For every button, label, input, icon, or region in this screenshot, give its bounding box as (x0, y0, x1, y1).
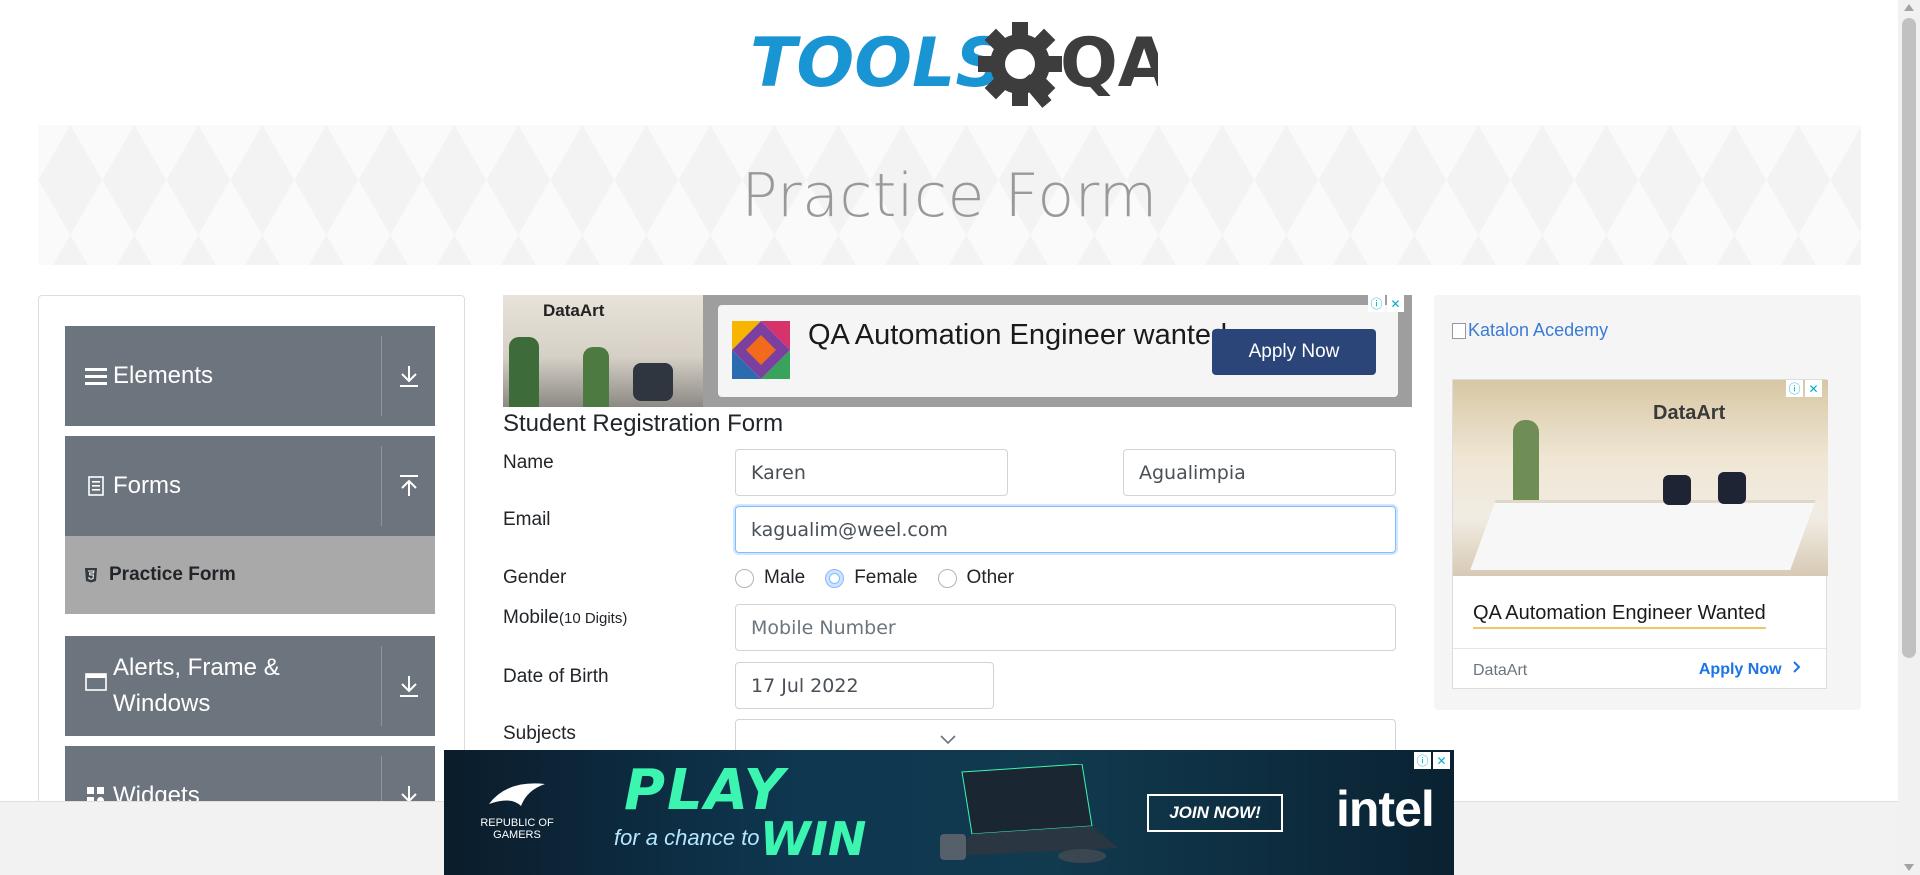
divider (1453, 648, 1826, 649)
apply-now-text: Apply Now (1698, 661, 1782, 678)
sidebar-group-label: Forms (113, 472, 181, 499)
logo-text-right: QA (1060, 24, 1158, 103)
vertical-scrollbar[interactable] (1898, 0, 1920, 875)
ad-sidebar-right: Katalon Acedemy DataArt ⓘ ✕ QA Automatio… (1434, 295, 1861, 710)
apply-now-button[interactable]: Apply Now (1212, 329, 1376, 375)
ad-photo: DataArt (1453, 380, 1828, 576)
radio-label: Female (854, 567, 918, 588)
ad-info-icon[interactable]: ⓘ (1786, 380, 1803, 397)
html5-icon (83, 567, 99, 583)
form-title: Student Registration Form (503, 410, 784, 437)
mobile-number-input[interactable]: Mobile Number (735, 604, 1396, 651)
expand-down-icon[interactable] (395, 672, 423, 700)
apply-now-link[interactable]: Apply Now (1699, 660, 1802, 679)
ad-controls: ⓘ ✕ (1786, 380, 1822, 397)
radio-button[interactable] (735, 568, 754, 588)
divider (381, 336, 382, 416)
gender-female-radio[interactable]: Female (825, 567, 918, 589)
page-banner: Practice Form (38, 125, 1861, 265)
link-text: Katalon Acedemy (1468, 320, 1609, 340)
sidebar-item-practice-form[interactable]: Practice Form (65, 536, 435, 614)
ad-win-text: WIN (760, 812, 867, 866)
hamburger-icon (85, 366, 107, 386)
ad-banner-bottom[interactable]: REPUBLIC OF GAMERS PLAY for a chance to … (444, 750, 1454, 875)
ad-card[interactable]: DataArt ⓘ ✕ QA Automation Engineer Wante… (1452, 379, 1828, 689)
radio-label: Male (764, 567, 806, 588)
collapse-up-icon[interactable] (395, 472, 423, 500)
sidebar-group-elements[interactable]: Elements (65, 326, 435, 426)
katalon-academy-link[interactable]: Katalon Acedemy (1452, 320, 1608, 341)
ad-info-icon[interactable]: ⓘ (1414, 752, 1431, 769)
divider (381, 446, 382, 526)
ad-close-icon[interactable]: ✕ (1433, 752, 1450, 769)
ad-info-icon[interactable]: ⓘ (1368, 295, 1385, 312)
expand-down-icon[interactable] (395, 362, 423, 390)
ad-brand: DataArt (543, 301, 605, 320)
ad-headline: QA Automation Engineer wanted (808, 319, 1228, 351)
sidebar-item-label: Practice Form (109, 564, 236, 585)
sidebar-group-label: Alerts, Frame & Windows (113, 654, 280, 717)
gaming-laptop-image (940, 764, 1118, 863)
gender-radio-group: Male Female Other (735, 567, 1034, 589)
ad-close-icon[interactable]: ✕ (1387, 295, 1404, 312)
ad-controls: ⓘ ✕ (1368, 295, 1404, 312)
radio-button[interactable] (937, 568, 957, 588)
intel-logo: intel (1336, 781, 1435, 837)
ad-close-icon[interactable]: ✕ (1805, 380, 1822, 397)
scroll-thumb[interactable] (1902, 18, 1916, 658)
date-of-birth-input[interactable]: 17 Jul 2022 (735, 662, 994, 709)
scroll-up-icon[interactable] (1904, 4, 1914, 11)
rog-text: REPUBLIC OF GAMERS (480, 817, 554, 841)
ad-brand: DataArt (1653, 402, 1726, 424)
first-name-input[interactable]: Karen (735, 449, 1008, 496)
ad-controls: ⓘ ✕ (1414, 752, 1450, 769)
mobile-label-text: Mobile (503, 607, 559, 628)
sidebar-group-label: Elements (113, 362, 214, 389)
ad-banner-top[interactable]: DataArt QA Automation Engineer wanted Ap… (503, 295, 1412, 407)
logo-text-left: TOOLS (750, 24, 1004, 103)
gender-label: Gender (503, 567, 567, 588)
sidebar-group-alerts[interactable]: Alerts, Frame & Windows (65, 636, 435, 736)
ad-source: DataArt (1473, 662, 1528, 679)
window-icon (85, 672, 107, 692)
scroll-down-icon[interactable] (1904, 864, 1914, 871)
gender-male-radio[interactable]: Male (735, 567, 805, 589)
document-icon (85, 476, 107, 496)
ad-card[interactable]: QA Automation Engineer wanted Apply Now (718, 305, 1398, 397)
rog-eye-icon (489, 783, 545, 806)
mobile-hint: (10 Digits) (558, 610, 628, 627)
mobile-label: Mobile(10 Digits) (503, 607, 627, 629)
email-input[interactable]: kagualim@weel.com (735, 506, 1396, 553)
name-label: Name (503, 452, 554, 473)
chevron-right-icon (1793, 661, 1801, 673)
dob-label: Date of Birth (503, 666, 609, 687)
email-label: Email (503, 509, 551, 530)
dataart-logo-icon (732, 321, 790, 379)
sidebar: Elements Forms Practice Form Alerts, Fra… (38, 295, 465, 815)
rog-logo: REPUBLIC OF GAMERS (472, 778, 562, 841)
ad-chance-text: for a chance to (614, 825, 760, 850)
ad-photo: DataArt (503, 295, 703, 407)
broken-image-icon (1452, 322, 1466, 339)
subjects-label: Subjects (503, 723, 576, 744)
join-now-button[interactable]: JOIN NOW! (1147, 794, 1283, 832)
radio-label: Other (966, 567, 1015, 588)
gender-other-radio[interactable]: Other (937, 567, 1015, 589)
chevron-down-icon[interactable] (939, 734, 957, 746)
page-title: Practice Form (741, 161, 1158, 231)
toolsqa-logo[interactable]: TOOLS QA (748, 18, 1171, 113)
sidebar-group-forms[interactable]: Forms Practice Form (65, 436, 435, 614)
last-name-input[interactable]: Agualimpia (1123, 449, 1396, 496)
divider (381, 646, 382, 726)
radio-button[interactable] (825, 568, 845, 588)
ad-headline[interactable]: QA Automation Engineer Wanted (1473, 602, 1766, 629)
